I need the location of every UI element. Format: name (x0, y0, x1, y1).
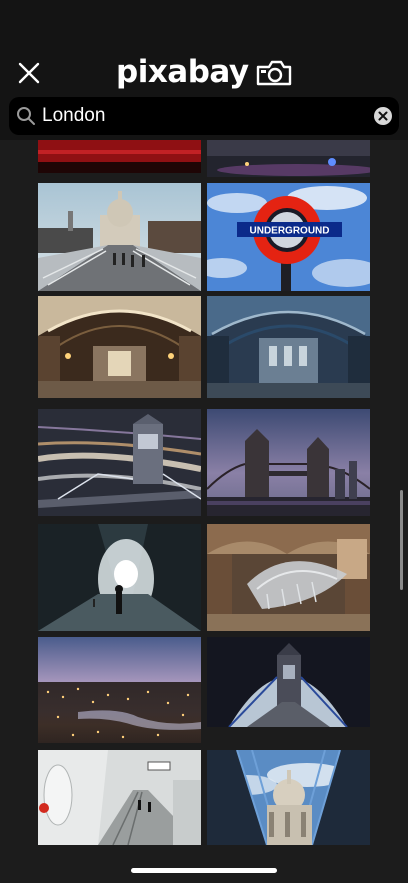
image-results[interactable]: UNDERGROUND (0, 140, 408, 860)
close-icon (18, 62, 40, 84)
top-bar: pixabay (0, 0, 408, 140)
image-tile[interactable] (207, 524, 370, 631)
search-input[interactable] (42, 97, 362, 135)
home-indicator[interactable] (131, 868, 277, 873)
image-tile[interactable] (38, 750, 201, 845)
pixabay-logo: pixabay (116, 52, 293, 92)
brand-name: pixabay (116, 53, 249, 90)
close-button[interactable] (14, 58, 44, 88)
image-tile[interactable]: UNDERGROUND (207, 183, 370, 291)
image-tile[interactable] (207, 637, 370, 727)
svg-text:UNDERGROUND: UNDERGROUND (250, 226, 330, 237)
image-tile[interactable] (38, 296, 201, 398)
image-tile[interactable] (207, 296, 370, 398)
image-tile[interactable] (207, 409, 370, 516)
image-tile[interactable] (38, 183, 201, 291)
image-tile[interactable] (38, 409, 201, 516)
camera-icon (256, 60, 291, 86)
clear-icon (374, 107, 392, 125)
search-bar (9, 97, 399, 135)
image-tile[interactable] (207, 140, 370, 177)
image-tile[interactable] (38, 140, 201, 173)
search-icon (17, 107, 35, 125)
scrollbar[interactable] (400, 490, 403, 590)
clear-search-button[interactable] (374, 107, 392, 125)
image-tile[interactable] (38, 637, 201, 743)
image-tile[interactable] (38, 524, 201, 631)
image-tile[interactable] (207, 750, 370, 845)
